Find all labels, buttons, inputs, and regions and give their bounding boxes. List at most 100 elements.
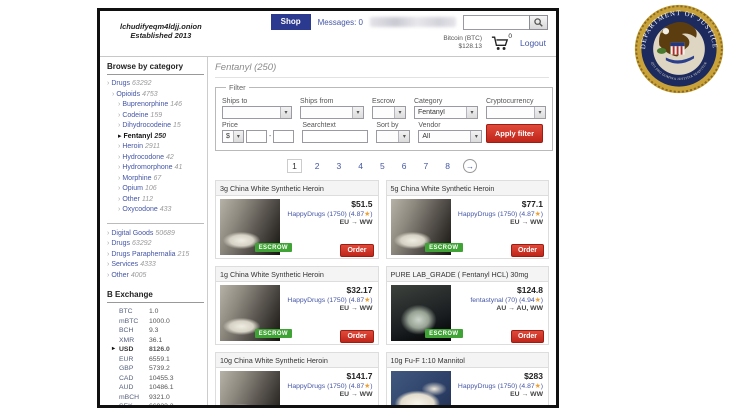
chevron-down-icon: ▾ <box>280 107 291 118</box>
chevron-down-icon: ▾ <box>233 131 243 142</box>
sidebar-category-item[interactable]: Dihydrocodeine15 <box>107 121 204 132</box>
price-min-input[interactable] <box>246 130 267 143</box>
currency-select[interactable]: $▾ <box>222 130 244 143</box>
vendor-link[interactable]: HappyDrugs (1750) <box>287 211 346 218</box>
product-image[interactable]: ESCROW <box>391 371 451 408</box>
pagination-page[interactable]: 3 <box>333 160 346 172</box>
product-price: $283 <box>451 371 544 381</box>
sidebar-section-item[interactable]: Drugs Paraphernalia215 <box>107 250 204 261</box>
sidebar-category-item[interactable]: Opium106 <box>107 184 204 195</box>
order-button[interactable]: Order <box>511 244 544 257</box>
cryptocurrency-select[interactable]: ▾ <box>486 106 546 119</box>
logout-link[interactable]: Logout <box>520 38 546 48</box>
sidebar-category-item[interactable]: Heroin2911 <box>107 142 204 153</box>
window-header: lchudifyeqm4ldjj.onion Established 2013 … <box>100 11 556 57</box>
shipping-route: EU → WW <box>451 391 544 398</box>
vendor-line: HappyDrugs (1750) (4.87★) <box>451 382 544 390</box>
vendor-link[interactable]: HappyDrugs (1750) <box>287 297 346 304</box>
exchange-rate-row: XMR36.1 <box>107 336 204 346</box>
product-price: $32.17 <box>280 285 373 295</box>
ships-to-select[interactable]: ▾ <box>222 106 292 119</box>
vendor-link[interactable]: HappyDrugs (1750) <box>458 211 517 218</box>
chevron-down-icon: ▾ <box>466 107 477 118</box>
order-button[interactable]: Order <box>340 244 373 257</box>
pagination-page[interactable]: 1 <box>287 159 302 173</box>
product-body: ESCROW $77.1 HappyDrugs (1750) (4.87★) E… <box>387 196 549 260</box>
search-icon <box>534 18 543 27</box>
product-image[interactable]: ESCROW <box>220 371 280 408</box>
product-image[interactable]: ESCROW <box>391 199 451 255</box>
product-image[interactable]: ESCROW <box>391 285 451 341</box>
order-button[interactable]: Order <box>511 330 544 343</box>
order-button[interactable]: Order <box>340 330 373 343</box>
sidebar-section-item[interactable]: Digital Goods50689 <box>107 229 204 240</box>
product-card: 5g China White Synthetic Heroin ESCROW $… <box>386 180 550 259</box>
exchange-rate-row: GBP5739.2 <box>107 364 204 374</box>
pagination-page[interactable]: 6 <box>398 160 411 172</box>
exchange-rate-table: BTC1.0 mBTC1000.0 BCH9.3 XMR36.1 <box>107 307 204 408</box>
vendor-rating: (4.87 <box>349 383 365 390</box>
product-title[interactable]: 5g China White Synthetic Heroin <box>387 181 549 196</box>
pagination-next-button[interactable]: → <box>463 159 477 173</box>
shop-tab[interactable]: Shop <box>271 14 311 30</box>
cart-button[interactable]: 0 <box>491 36 511 51</box>
sort-by-select[interactable]: ▾ <box>376 130 410 143</box>
vendor-select[interactable]: All▾ <box>418 130 482 143</box>
pagination-page[interactable]: 8 <box>441 160 454 172</box>
searchtext-input[interactable] <box>302 130 368 143</box>
sidebar-category-item[interactable]: Codeine159 <box>107 111 204 122</box>
escrow-select[interactable]: ▾ <box>372 106 406 119</box>
exchange-rate-row: AUD10486.1 <box>107 383 204 393</box>
price-field: Price $▾ - <box>222 122 294 143</box>
exchange-header: B Exchange <box>107 290 204 303</box>
vendor-link[interactable]: HappyDrugs (1750) <box>287 383 346 390</box>
sidebar-section-item[interactable]: Services4333 <box>107 260 204 271</box>
vendor-line: fentastynal (70) (4.94★) <box>451 296 544 304</box>
sidebar-category-item[interactable]: Buprenorphine146 <box>107 100 204 111</box>
vendor-link[interactable]: HappyDrugs (1750) <box>458 383 517 390</box>
sidebar-category-item[interactable]: Morphine67 <box>107 174 204 185</box>
vendor-field: Vendor All▾ <box>418 122 482 143</box>
sidebar-category-item[interactable]: Oxycodone433 <box>107 205 204 216</box>
redacted-text <box>370 17 456 27</box>
category-select[interactable]: Fentanyl▾ <box>414 106 478 119</box>
product-title[interactable]: 3g China White Synthetic Heroin <box>216 181 378 196</box>
product-image[interactable]: ESCROW <box>220 199 280 255</box>
shipping-route: EU → WW <box>451 219 544 226</box>
cart-count: 0 <box>508 33 512 40</box>
cart-icon <box>491 36 509 51</box>
sidebar-section-item[interactable]: Drugs63292 <box>107 239 204 250</box>
ships-from-select[interactable]: ▾ <box>300 106 364 119</box>
pagination-page[interactable]: 2 <box>311 160 324 172</box>
product-title[interactable]: PURE LAB_GRADE ( Fentanyl HCL) 30mg <box>387 267 549 282</box>
sidebar-category-item[interactable]: Opioids4753 <box>107 90 204 101</box>
messages-link[interactable]: Messages: 0 <box>318 18 363 27</box>
product-title[interactable]: 10g Fu-F 1:10 Mannitol <box>387 353 549 368</box>
doj-seal: DEPARTMENT OF JUSTICE QUI PRO DOMINA JUS… <box>632 2 726 96</box>
product-body: ESCROW $141.7 HappyDrugs (1750) (4.87★) … <box>216 368 378 408</box>
product-info: $283 HappyDrugs (1750) (4.87★) EU → WW <box>451 371 545 408</box>
product-title[interactable]: 10g China White Synthetic Heroin <box>216 353 378 368</box>
sidebar-category-item[interactable]: Fentanyl250 <box>107 132 204 143</box>
sidebar-divider <box>107 223 204 224</box>
pagination-page[interactable]: 5 <box>376 160 389 172</box>
shipping-route: AU → AU, WW <box>451 305 544 312</box>
search-button[interactable] <box>529 15 548 30</box>
main-content: Fentanyl (250) Filter Ships to ▾ Ships f… <box>208 57 556 408</box>
sidebar-section-item[interactable]: Other4005 <box>107 271 204 282</box>
apply-filter-button[interactable]: Apply filter <box>486 124 543 143</box>
product-title[interactable]: 1g China White Synthetic Heroin <box>216 267 378 282</box>
search-input[interactable] <box>463 15 529 30</box>
pagination-page[interactable]: 7 <box>419 160 432 172</box>
chevron-down-icon: ▾ <box>352 107 363 118</box>
exchange-rate-row: SEK66923.2 <box>107 402 204 408</box>
vendor-link[interactable]: fentastynal (70) <box>470 297 517 304</box>
sidebar-category-item[interactable]: Hydrocodone42 <box>107 153 204 164</box>
sidebar-category-item[interactable]: Hydromorphone41 <box>107 163 204 174</box>
sidebar-category-item[interactable]: Other112 <box>107 195 204 206</box>
site-title: lchudifyeqm4ldjj.onion Established 2013 <box>120 22 202 40</box>
price-max-input[interactable] <box>273 130 294 143</box>
pagination-page[interactable]: 4 <box>354 160 367 172</box>
product-image[interactable]: ESCROW <box>220 285 280 341</box>
sidebar-category-item[interactable]: Drugs63292 <box>107 79 204 90</box>
